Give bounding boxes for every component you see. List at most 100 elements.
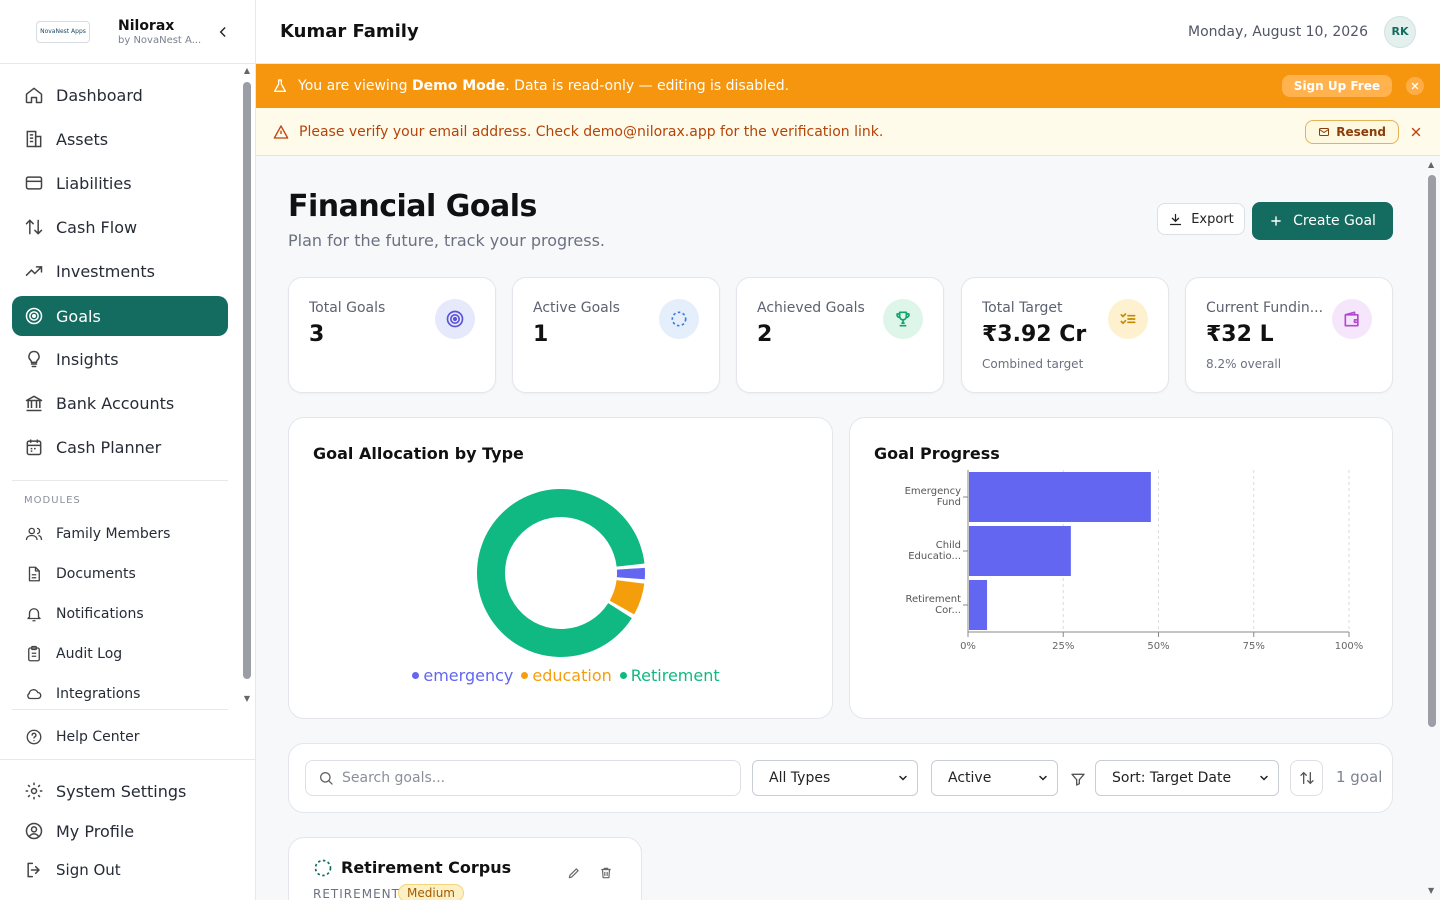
resend-label: Resend (1336, 124, 1386, 139)
sort-select[interactable]: Sort: Target Date (1095, 760, 1279, 796)
resend-verification-button[interactable]: Resend (1305, 119, 1399, 144)
trophy-icon (883, 299, 923, 339)
stat-label: Active Goals (533, 300, 620, 316)
nav-divider (12, 709, 228, 710)
family-title: Kumar Family (280, 21, 419, 42)
sidebar-item-liabilities[interactable]: Liabilities (12, 163, 228, 203)
arrows-updown-icon (1299, 771, 1314, 785)
sidebar-item-my-profile[interactable]: My Profile (12, 811, 228, 851)
x-tick-label: 0% (960, 641, 976, 652)
trash-icon (601, 867, 611, 879)
sort-direction-button[interactable] (1290, 760, 1323, 796)
stat-label: Total Goals (309, 300, 386, 316)
delete-goal-button[interactable] (597, 864, 615, 882)
building-icon (24, 129, 44, 149)
sidebar-item-cash-planner[interactable]: Cash Planner (12, 427, 228, 467)
y-tick-label: Child (936, 540, 961, 551)
y-tick-label: Educatio... (908, 551, 961, 562)
chevron-left-icon (219, 26, 226, 37)
plus-icon (1271, 216, 1281, 226)
legend-dot (619, 672, 627, 679)
target-icon (435, 299, 475, 339)
chart-title: Goal Progress (874, 444, 1000, 463)
sidebar-scrollbar[interactable] (243, 82, 251, 679)
clipboard-icon (24, 644, 44, 664)
sidebar-item-dashboard[interactable]: Dashboard (12, 75, 228, 115)
sidebar-item-investments[interactable]: Investments (12, 251, 228, 291)
sidebar-nav: Dashboard Assets Liabilities Cash Flow I… (0, 64, 256, 710)
stat-value: 3 (309, 322, 325, 347)
sidebar-item-label: Cash Flow (56, 217, 138, 237)
sidebar-item-label: Goals (56, 306, 101, 326)
export-button[interactable]: Export (1157, 203, 1245, 235)
main-scroll-up[interactable]: ▲ (1428, 160, 1438, 169)
sidebar-item-cash-flow[interactable]: Cash Flow (12, 207, 228, 247)
legend-label: Retirement (630, 666, 720, 685)
edit-goal-button[interactable] (565, 864, 583, 882)
sidebar-scroll-down[interactable]: ▼ (242, 694, 252, 703)
sidebar-scroll-up[interactable]: ▲ (242, 66, 252, 75)
bar-0[interactable] (969, 472, 1151, 522)
search-input[interactable] (342, 770, 722, 786)
dismiss-verify-banner-button[interactable] (1409, 125, 1423, 139)
avatar[interactable]: RK (1384, 15, 1416, 48)
bar-1[interactable] (969, 526, 1071, 576)
sidebar-item-label: Sign Out (56, 861, 121, 879)
sidebar-item-notifications[interactable]: Notifications (12, 594, 228, 634)
filter-button[interactable] (1069, 770, 1087, 788)
goal-count: 1 goal (1336, 768, 1383, 786)
sidebar-item-audit-log[interactable]: Audit Log (12, 634, 228, 674)
donut-slice-emergency[interactable] (616, 567, 645, 580)
stat-card-total-goals: Total Goals 3 (288, 277, 496, 393)
sidebar-item-label: Documents (56, 566, 136, 582)
select-value: All Types (769, 770, 831, 786)
current-date: Monday, August 10, 2026 (1188, 23, 1368, 40)
brand-subtitle: by NovaNest A... (118, 34, 202, 46)
users-icon (24, 524, 44, 544)
stat-subtext: 8.2% overall (1206, 357, 1282, 371)
nav-divider (0, 759, 256, 760)
status-filter-select[interactable]: Active (931, 760, 1058, 796)
create-goal-label: Create Goal (1293, 213, 1376, 229)
sidebar-item-insights[interactable]: Insights (12, 339, 228, 379)
sidebar-item-label: Bank Accounts (56, 393, 175, 413)
sidebar-item-family-members[interactable]: Family Members (12, 514, 228, 554)
export-label: Export (1191, 211, 1234, 227)
sidebar-item-sign-out[interactable]: Sign Out (12, 850, 228, 890)
priority-badge: Medium (398, 884, 464, 900)
stat-card-total-target: Total Target ₹3.92 Cr Combined target (961, 277, 1169, 393)
stat-card-active-goals: Active Goals 1 (512, 277, 720, 393)
brand-name: Nilorax (118, 17, 175, 34)
sidebar-item-documents[interactable]: Documents (12, 554, 228, 594)
sidebar-item-assets[interactable]: Assets (12, 119, 228, 159)
target-icon (24, 306, 44, 326)
create-goal-button[interactable]: Create Goal (1252, 202, 1393, 240)
sidebar-item-help-center[interactable]: Help Center (12, 717, 228, 757)
goal-filter-bar: All Types Active Sort: Target Date 1 goa… (288, 743, 1393, 813)
bar-2[interactable] (969, 580, 988, 630)
main-scrollbar[interactable] (1428, 175, 1436, 727)
main-scroll-down[interactable]: ▼ (1428, 886, 1438, 895)
page-title: Financial Goals (288, 189, 537, 224)
sidebar-item-goals[interactable]: Goals (12, 296, 228, 336)
type-filter-select[interactable]: All Types (752, 760, 918, 796)
x-tick-label: 100% (1335, 641, 1364, 652)
sidebar-item-bank-accounts[interactable]: Bank Accounts (12, 383, 228, 423)
verify-banner-text: Please verify your email address. Check … (299, 123, 884, 140)
sidebar-item-label: System Settings (56, 781, 187, 801)
chart-legend: emergency education Retirement (289, 666, 833, 685)
select-value: Sort: Target Date (1112, 770, 1232, 786)
sign-up-free-button[interactable]: Sign Up Free (1281, 75, 1392, 97)
demo-mode-banner: You are viewing Demo Mode. Data is read-… (256, 64, 1440, 108)
goal-card[interactable]: Retirement Corpus RETIREMENT Medium (288, 837, 642, 900)
main-content: Financial Goals Plan for the future, tra… (256, 157, 1426, 900)
bar-chart: 0% 25% 50% 75% 100% EmergencyFund ChildEducati… (905, 470, 1364, 652)
sidebar-item-system-settings[interactable]: System Settings (12, 771, 228, 811)
dismiss-demo-banner-button[interactable] (1406, 77, 1424, 95)
document-icon (24, 564, 44, 584)
sidebar-item-integrations[interactable]: Integrations (12, 674, 228, 710)
collapse-sidebar-button[interactable] (211, 20, 235, 44)
brand-logo: NovaNest Apps (36, 20, 90, 43)
x-tick-label: 75% (1243, 641, 1265, 652)
sidebar-item-label: Audit Log (56, 646, 123, 662)
